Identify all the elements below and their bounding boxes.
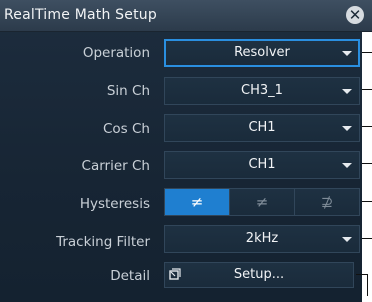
tracking-filter-value: 2kHz [245, 231, 279, 246]
callout-line [367, 274, 368, 296]
detail-label: Detail [110, 268, 150, 284]
chevron-down-icon [342, 237, 352, 242]
carrier-ch-label: Carrier Ch [81, 158, 150, 174]
carrier-ch-value: CH1 [248, 157, 276, 172]
sin-ch-value: CH3_1 [241, 83, 283, 98]
cos-ch-dropdown[interactable]: CH1 [164, 114, 360, 142]
callout-line [362, 89, 372, 90]
operation-label: Operation [82, 45, 150, 61]
carrier-ch-dropdown[interactable]: CH1 [164, 151, 360, 179]
tracking-filter-dropdown[interactable]: 2kHz [164, 225, 360, 253]
hysteresis-option-3[interactable]: ⊉ [295, 189, 359, 215]
hysteresis-option-1[interactable]: ≠ [165, 189, 230, 215]
setup-button[interactable]: Setup... [164, 262, 354, 288]
chevron-down-icon [342, 51, 352, 56]
cos-ch-label: Cos Ch [103, 121, 150, 137]
hysteresis-selector: ≠ ≠ ⊉ [164, 188, 360, 216]
setup-icon [169, 268, 181, 280]
cos-ch-value: CH1 [248, 120, 276, 135]
operation-value: Resolver [234, 45, 290, 60]
close-icon[interactable]: ✕ [346, 6, 364, 24]
hysteresis-label: Hysteresis [79, 196, 150, 212]
chevron-down-icon [342, 163, 352, 168]
operation-dropdown[interactable]: Resolver [164, 39, 360, 67]
math-setup-dialog: RealTime Math Setup ✕ Operation Resolver… [0, 0, 372, 302]
sin-ch-label: Sin Ch [106, 83, 150, 99]
title-bar: RealTime Math Setup ✕ [0, 0, 372, 32]
callout-line [362, 163, 372, 164]
callout-line [362, 201, 372, 202]
setup-button-label: Setup... [233, 267, 285, 282]
hysteresis-option-2[interactable]: ≠ [230, 189, 295, 215]
callout-line [362, 52, 372, 53]
sin-ch-dropdown[interactable]: CH3_1 [164, 77, 360, 105]
chevron-down-icon [342, 89, 352, 94]
dialog-title: RealTime Math Setup [4, 7, 157, 23]
chevron-down-icon [342, 126, 352, 131]
tracking-filter-label: Tracking Filter [56, 234, 150, 250]
callout-line [362, 126, 372, 127]
callout-line [362, 238, 372, 239]
